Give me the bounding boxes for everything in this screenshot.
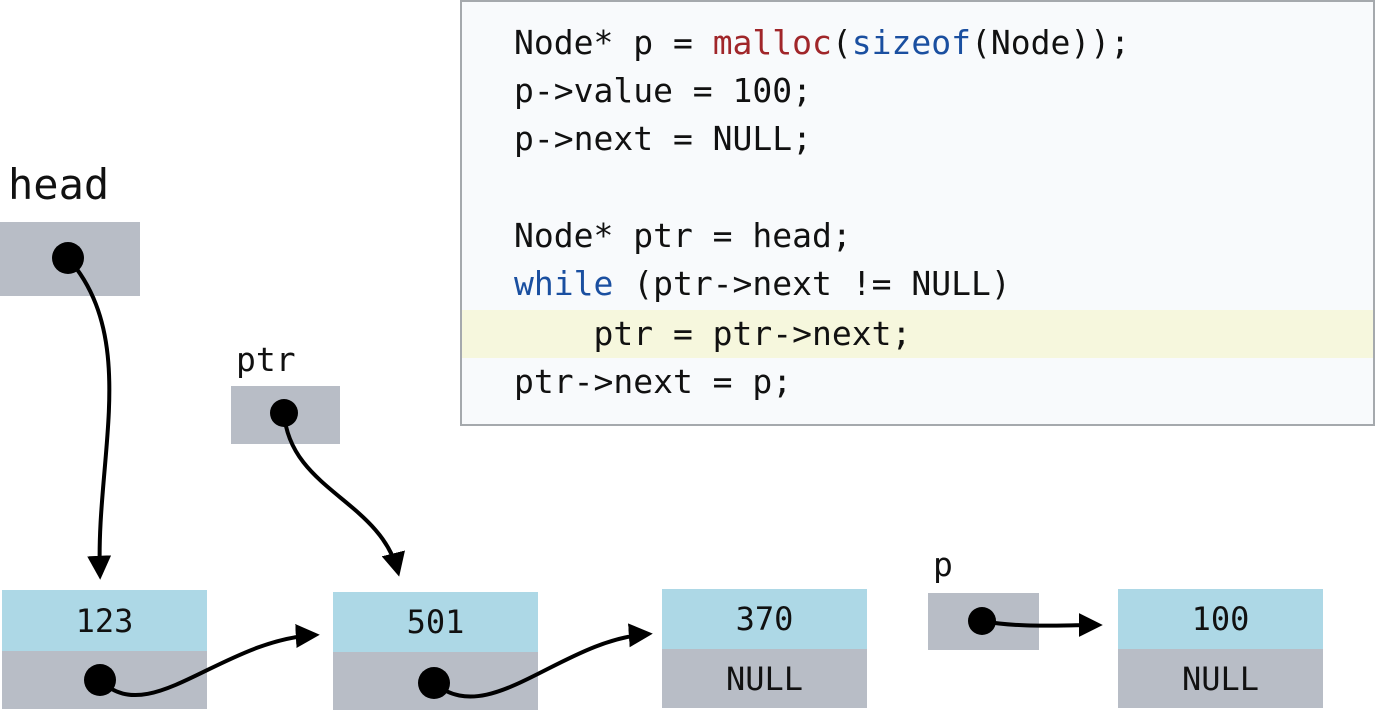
code-panel: Node* p = malloc(sizeof(Node)); p->value… (460, 0, 1375, 426)
p-label: p (933, 545, 953, 584)
code-text: ( (831, 23, 852, 62)
node-1-value: 123 (2, 590, 207, 651)
ptr-pointer-box (231, 386, 340, 444)
code-text: (ptr->next != NULL) (613, 264, 1011, 303)
code-keyword: while (514, 264, 614, 303)
code-text: Node* p = (514, 23, 713, 62)
node-3-next: NULL (662, 649, 867, 708)
p-pointer-box (928, 593, 1039, 650)
head-pointer-box (0, 222, 140, 296)
code-text: Node* ptr = head; (514, 216, 852, 255)
node-2-next (333, 652, 538, 710)
code-line-3: p->next = NULL; (462, 115, 1373, 163)
code-line-text: p->value = 100; (514, 67, 812, 115)
code-line-text: while (ptr->next != NULL) (514, 260, 1011, 308)
code-line-5: Node* ptr = head; (462, 212, 1373, 260)
node-2-value: 501 (333, 592, 538, 652)
ptr-label: ptr (236, 340, 296, 379)
code-function: malloc (712, 23, 832, 62)
code-keyword: sizeof (851, 23, 971, 62)
node-1-next (2, 651, 207, 709)
code-line-7-highlighted: ptr = ptr->next; (462, 310, 1373, 358)
code-text: ptr->next = p; (514, 362, 793, 401)
code-line-6: while (ptr->next != NULL) (462, 260, 1373, 308)
code-line-text: p->next = NULL; (514, 115, 812, 163)
head-label: head (8, 160, 110, 209)
code-text: ptr = ptr->next; (514, 314, 912, 353)
code-line-2: p->value = 100; (462, 67, 1373, 115)
code-line-text: ptr = ptr->next; (514, 310, 911, 358)
head-arrow (66, 256, 112, 580)
node-3-value: 370 (662, 589, 867, 649)
code-line-text: ptr->next = p; (514, 358, 792, 406)
code-line-8: ptr->next = p; (462, 358, 1373, 406)
code-text: p->next = NULL; (514, 119, 813, 158)
code-line-text: Node* ptr = head; (514, 212, 852, 260)
code-text: (Node)); (971, 23, 1130, 62)
node-4-value: 100 (1118, 589, 1323, 649)
code-line-text: Node* p = malloc(sizeof(Node)); (514, 19, 1130, 67)
code-line-1: Node* p = malloc(sizeof(Node)); (462, 19, 1373, 67)
node-4-next: NULL (1118, 649, 1323, 708)
code-text: p->value = 100; (514, 71, 813, 110)
